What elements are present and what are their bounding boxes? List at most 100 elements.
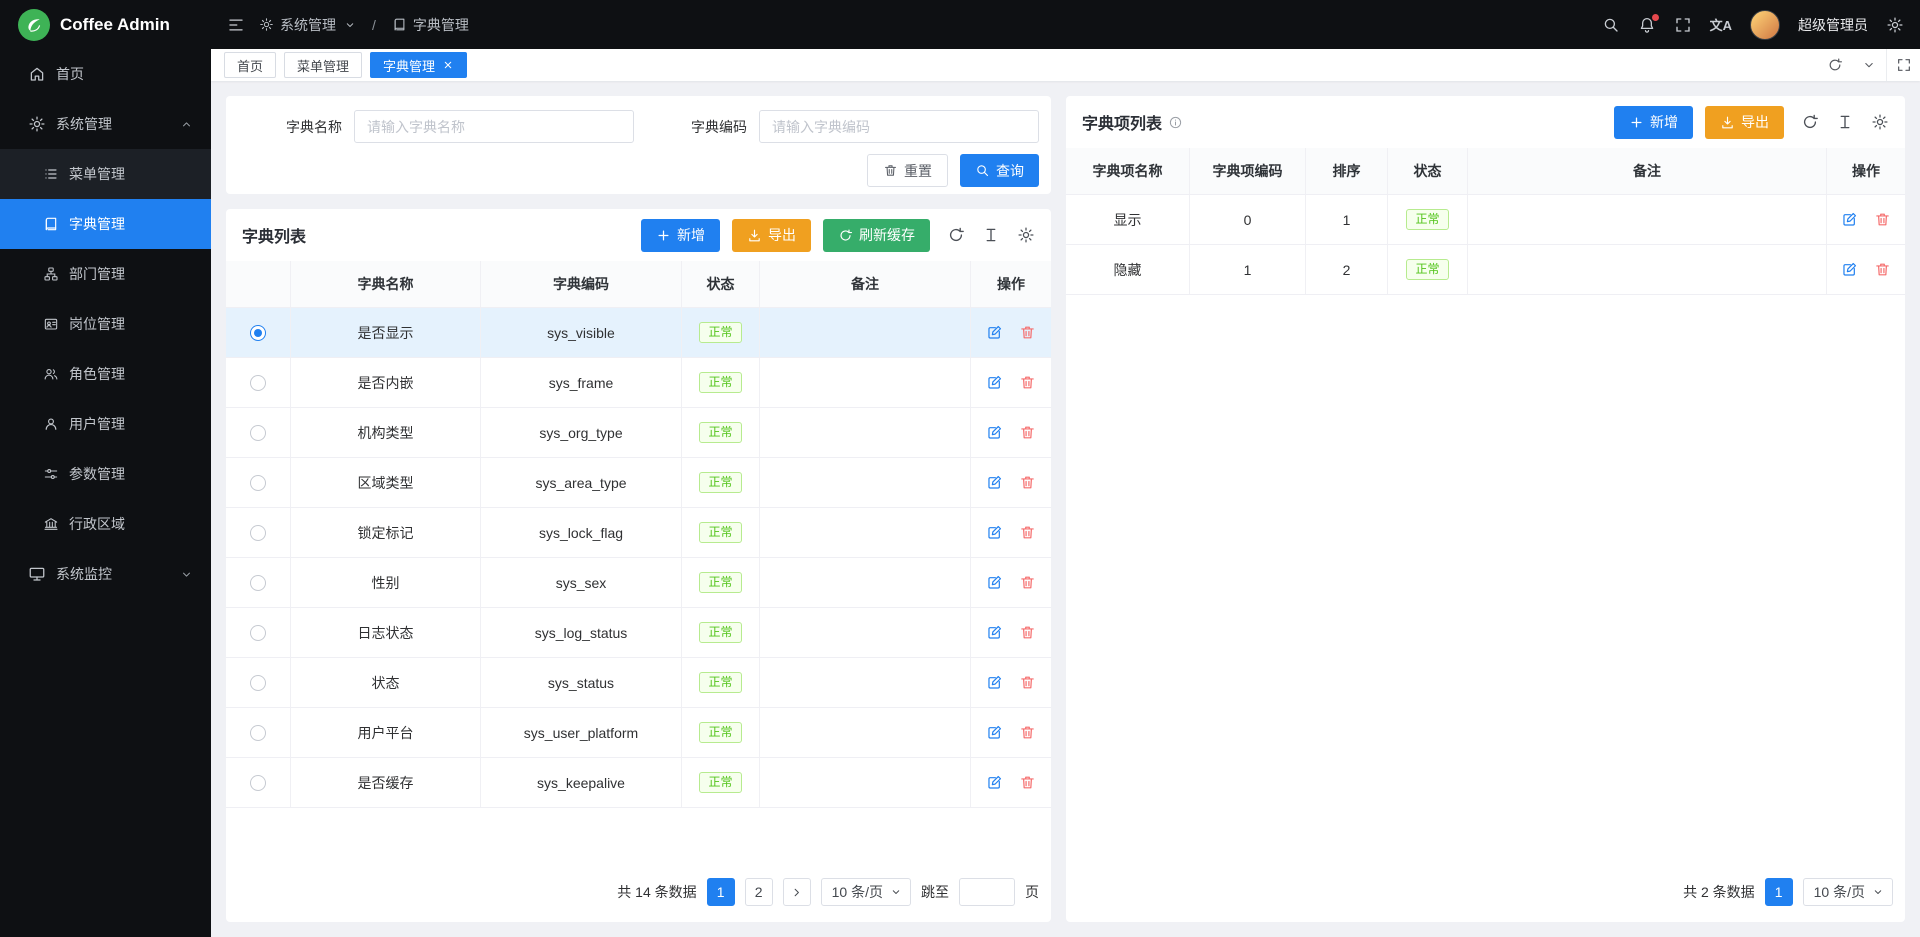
tab-options-chevron-icon[interactable] bbox=[1852, 49, 1886, 81]
page-1-button[interactable]: 1 bbox=[1765, 878, 1793, 906]
edit-icon[interactable] bbox=[986, 474, 1003, 491]
delete-icon[interactable] bbox=[1019, 724, 1036, 741]
row-radio[interactable] bbox=[250, 775, 266, 791]
breadcrumb-system[interactable]: 系统管理 bbox=[259, 15, 356, 35]
dict-item-row[interactable]: 隐藏 1 2 正常 bbox=[1066, 245, 1905, 295]
column-settings-gear-icon[interactable] bbox=[1017, 226, 1035, 244]
row-radio[interactable] bbox=[250, 375, 266, 391]
dict-row[interactable]: 性别 sys_sex 正常 bbox=[226, 558, 1051, 608]
row-radio[interactable] bbox=[250, 725, 266, 741]
add-dict-button[interactable]: 新增 bbox=[641, 219, 720, 252]
edit-icon[interactable] bbox=[986, 624, 1003, 641]
dict-row[interactable]: 是否缓存 sys_keepalive 正常 bbox=[226, 758, 1051, 808]
sidebar-item-menu-mgmt[interactable]: 菜单管理 bbox=[0, 149, 211, 199]
sidebar-item-dict-mgmt[interactable]: 字典管理 bbox=[0, 199, 211, 249]
reload-table-icon[interactable] bbox=[1801, 113, 1819, 131]
sidebar-item-region-mgmt[interactable]: 行政区域 bbox=[0, 499, 211, 549]
query-button[interactable]: 查询 bbox=[960, 154, 1039, 187]
sidebar-item-param-mgmt[interactable]: 参数管理 bbox=[0, 449, 211, 499]
dict-item-row[interactable]: 显示 0 1 正常 bbox=[1066, 195, 1905, 245]
dict-row[interactable]: 用户平台 sys_user_platform 正常 bbox=[226, 708, 1051, 758]
dict-row[interactable]: 锁定标记 sys_lock_flag 正常 bbox=[226, 508, 1051, 558]
info-icon[interactable] bbox=[1168, 115, 1183, 130]
search-icon[interactable] bbox=[1602, 16, 1620, 34]
notifications-bell-icon[interactable] bbox=[1638, 16, 1656, 34]
tab-menu-mgmt[interactable]: 菜单管理 bbox=[284, 52, 362, 78]
refresh-page-icon[interactable] bbox=[1818, 49, 1852, 81]
sidebar-item-system-mgmt[interactable]: 系统管理 bbox=[0, 99, 211, 149]
row-radio[interactable] bbox=[250, 325, 266, 341]
delete-icon[interactable] bbox=[1019, 574, 1036, 591]
page-size-select[interactable]: 10 条/页 bbox=[1803, 878, 1893, 906]
delete-icon[interactable] bbox=[1019, 624, 1036, 641]
breadcrumb-dict[interactable]: 字典管理 bbox=[392, 15, 469, 35]
page-2-button[interactable]: 2 bbox=[745, 878, 773, 906]
row-radio[interactable] bbox=[250, 675, 266, 691]
delete-icon[interactable] bbox=[1874, 261, 1891, 278]
app-logo[interactable]: Coffee Admin bbox=[0, 0, 211, 49]
sidebar-item-dept-mgmt[interactable]: 部门管理 bbox=[0, 249, 211, 299]
dict-name-cell: 是否显示 bbox=[291, 308, 481, 358]
row-radio[interactable] bbox=[250, 525, 266, 541]
next-page-button[interactable] bbox=[783, 878, 811, 906]
edit-icon[interactable] bbox=[1841, 261, 1858, 278]
row-radio[interactable] bbox=[250, 575, 266, 591]
dict-row[interactable]: 日志状态 sys_log_status 正常 bbox=[226, 608, 1051, 658]
add-dict-item-button[interactable]: 新增 bbox=[1614, 106, 1693, 139]
edit-icon[interactable] bbox=[986, 724, 1003, 741]
username[interactable]: 超级管理员 bbox=[1798, 15, 1868, 35]
sidebar-item-post-mgmt[interactable]: 岗位管理 bbox=[0, 299, 211, 349]
edit-icon[interactable] bbox=[1841, 211, 1858, 228]
dict-name-input[interactable] bbox=[354, 110, 634, 143]
tab-dict-mgmt[interactable]: 字典管理 bbox=[370, 52, 467, 78]
sidebar-item-system-monitor[interactable]: 系统监控 bbox=[0, 549, 211, 599]
edit-icon[interactable] bbox=[986, 524, 1003, 541]
dict-row[interactable]: 机构类型 sys_org_type 正常 bbox=[226, 408, 1051, 458]
edit-icon[interactable] bbox=[986, 374, 1003, 391]
dict-row[interactable]: 是否内嵌 sys_frame 正常 bbox=[226, 358, 1051, 408]
content-fullscreen-icon[interactable] bbox=[1886, 49, 1920, 81]
delete-icon[interactable] bbox=[1019, 424, 1036, 441]
sidebar-item-home[interactable]: 首页 bbox=[0, 49, 211, 99]
export-dict-item-button[interactable]: 导出 bbox=[1705, 106, 1784, 139]
delete-icon[interactable] bbox=[1019, 324, 1036, 341]
dict-row[interactable]: 状态 sys_status 正常 bbox=[226, 658, 1051, 708]
sidebar-item-user-mgmt[interactable]: 用户管理 bbox=[0, 399, 211, 449]
refresh-icon bbox=[838, 228, 853, 243]
collapse-sidebar-icon[interactable] bbox=[227, 16, 245, 34]
dict-row[interactable]: 区域类型 sys_area_type 正常 bbox=[226, 458, 1051, 508]
page-size-select[interactable]: 10 条/页 bbox=[821, 878, 911, 906]
refresh-cache-button[interactable]: 刷新缓存 bbox=[823, 219, 930, 252]
delete-icon[interactable] bbox=[1019, 524, 1036, 541]
delete-icon[interactable] bbox=[1019, 774, 1036, 791]
column-settings-gear-icon[interactable] bbox=[1871, 113, 1889, 131]
dict-code-input[interactable] bbox=[759, 110, 1039, 143]
delete-icon[interactable] bbox=[1019, 374, 1036, 391]
tab-home[interactable]: 首页 bbox=[224, 52, 276, 78]
edit-icon[interactable] bbox=[986, 674, 1003, 691]
translate-icon[interactable]: 文A bbox=[1710, 15, 1732, 34]
close-tab-icon[interactable] bbox=[442, 59, 454, 71]
sidebar-item-role-mgmt[interactable]: 角色管理 bbox=[0, 349, 211, 399]
row-radio[interactable] bbox=[250, 625, 266, 641]
reset-button[interactable]: 重置 bbox=[867, 154, 948, 187]
row-radio[interactable] bbox=[250, 425, 266, 441]
row-density-icon[interactable] bbox=[1836, 113, 1854, 131]
edit-icon[interactable] bbox=[986, 324, 1003, 341]
fullscreen-icon[interactable] bbox=[1674, 16, 1692, 34]
settings-gear-icon[interactable] bbox=[1886, 16, 1904, 34]
delete-icon[interactable] bbox=[1019, 674, 1036, 691]
avatar[interactable] bbox=[1750, 10, 1780, 40]
export-dict-button[interactable]: 导出 bbox=[732, 219, 811, 252]
delete-icon[interactable] bbox=[1019, 474, 1036, 491]
reload-table-icon[interactable] bbox=[947, 226, 965, 244]
row-density-icon[interactable] bbox=[982, 226, 1000, 244]
edit-icon[interactable] bbox=[986, 574, 1003, 591]
edit-icon[interactable] bbox=[986, 424, 1003, 441]
edit-icon[interactable] bbox=[986, 774, 1003, 791]
dict-row[interactable]: 是否显示 sys_visible 正常 bbox=[226, 308, 1051, 358]
row-radio[interactable] bbox=[250, 475, 266, 491]
jump-page-input[interactable] bbox=[959, 878, 1015, 906]
page-1-button[interactable]: 1 bbox=[707, 878, 735, 906]
delete-icon[interactable] bbox=[1874, 211, 1891, 228]
